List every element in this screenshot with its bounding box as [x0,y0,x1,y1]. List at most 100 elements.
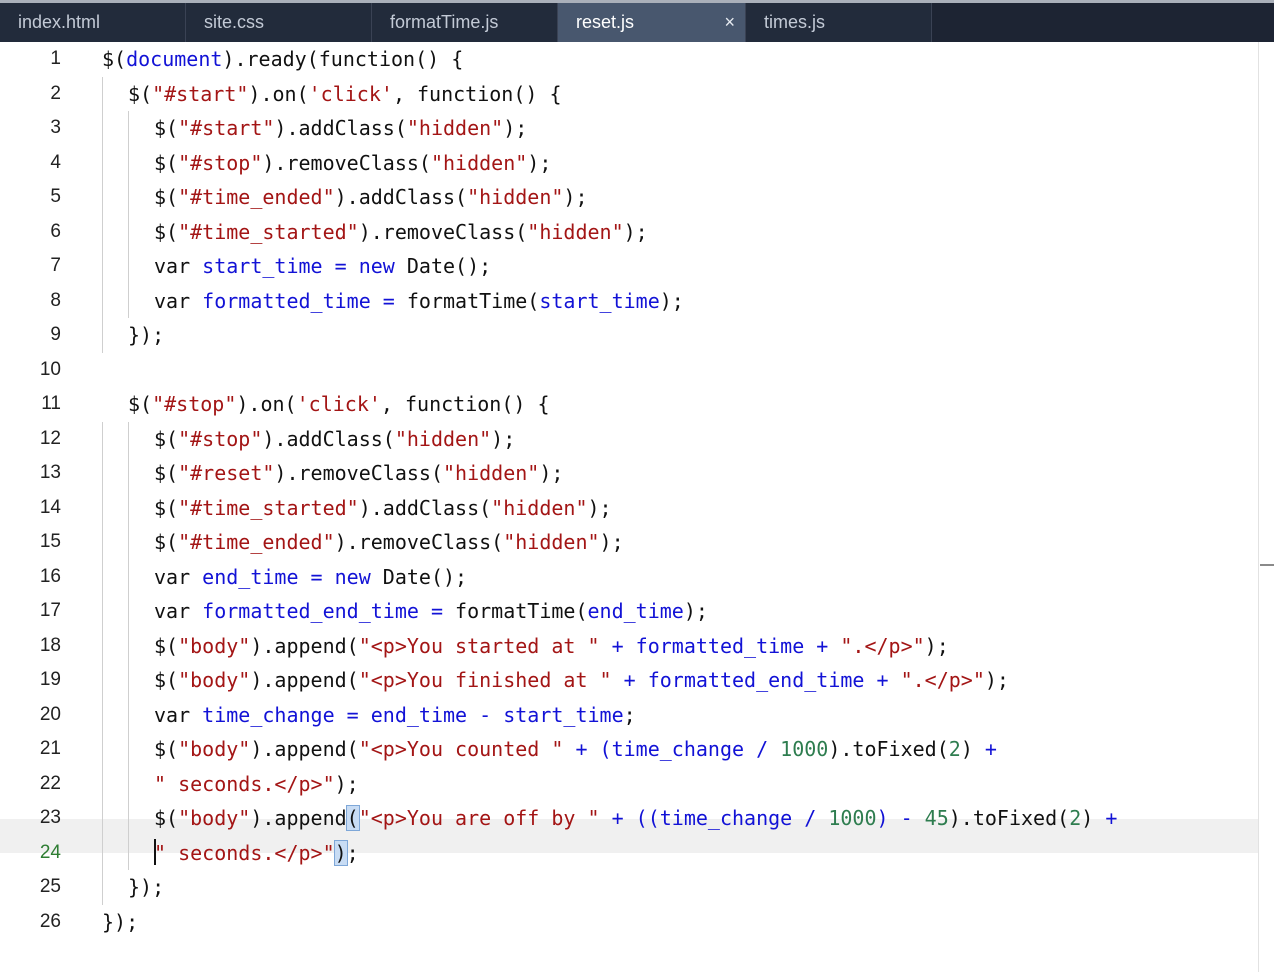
code-token: ; [346,840,359,865]
code-token: ).addClass( [334,185,468,209]
code-token: "#start" [178,116,275,140]
code-token: ).removeClass( [262,150,431,175]
code-line-14: $("#time_started").addClass("hidden"); [154,491,612,526]
code-token: ) [960,737,985,761]
line-number: 25 [39,876,61,897]
code-token: ).addClass( [358,495,492,520]
tab-reset-js[interactable]: reset.js × [558,3,746,42]
code-token: "body" [178,668,251,692]
code-line-16: var end_time = new Date(); [154,560,467,595]
code-token: - [467,702,504,727]
line-number: 8 [50,289,61,311]
code-token: 'click' [308,81,393,106]
code-line-15: $("#time_ended").removeClass("hidden"); [154,525,624,560]
code-token: (time_change / [599,737,781,761]
code-token: "hidden" [527,219,624,244]
code-token: $( [102,47,127,71]
code-token: ; [623,702,636,727]
code-token: + [984,737,997,761]
code-token: "hidden" [503,530,600,554]
code-line-17: var formatted_end_time = formatTime(end_… [154,594,708,629]
tab-times-js[interactable]: times.js [746,3,932,42]
code-line-19: $("body").append("<p>You finished at " +… [154,663,1009,698]
line-number: 26 [39,910,61,932]
code-token: new [334,564,371,589]
close-icon[interactable]: × [724,3,735,41]
line-number: 17 [39,600,61,621]
code-token: ).removeClass( [334,530,504,554]
line-number: 2 [50,82,61,104]
code-token: ".</p>" [900,668,985,692]
code-token: "#time_ended" [178,530,335,554]
line-number: 23 [39,807,61,828]
code-token: "<p>You counted " [358,737,564,761]
code-line-13: $("#reset").removeClass("hidden"); [154,456,563,491]
code-token: $( [128,392,153,416]
code-line-8: var formatted_time = formatTime(start_ti… [154,284,684,319]
indent-guide [102,421,103,905]
code-token: ) [1081,806,1106,830]
code-token: ); [683,599,708,623]
line-number: 6 [50,220,61,242]
code-token: = [298,564,335,589]
code-token: $( [154,116,179,140]
code-line-24: " seconds.</p>"); [154,836,359,871]
code-token: "hidden" [394,426,492,451]
code-token: formatTime( [406,288,540,313]
line-number: 12 [39,427,61,449]
code-line-23: $("body").append("<p>You are off by " + … [154,801,1117,836]
code-token: "#time_started" [178,495,359,520]
tab-formattime-js[interactable]: formatTime.js [372,3,558,42]
code-line-3: $("#start").addClass("hidden"); [154,111,527,146]
code-token: , function() { [380,392,550,416]
indent-guide [102,76,103,353]
code-token: formatted_end_time [647,668,865,692]
code-line-1: $(document).ready(function() { [102,42,463,77]
line-number: 1 [50,48,61,69]
code-token: }); [128,323,165,347]
code-token: "#stop" [178,150,263,175]
code-token: ); [924,633,949,658]
code-token: + [611,668,648,692]
code-token: " seconds.</p>" [154,771,335,796]
code-token: ).removeClass( [274,461,443,485]
code-line-4: $("#stop").removeClass("hidden"); [154,146,551,181]
code-token: ).on( [248,81,309,106]
code-token: $( [154,668,179,692]
code-token: ); [587,495,612,520]
vertical-scrollbar[interactable] [1258,42,1274,972]
code-token: 2 [1069,806,1082,830]
code-token: ); [623,219,648,244]
code-editor[interactable]: 1 2 3 4 5 6 7 8 9 10 11 12 13 14 15 16 1… [0,42,1258,972]
code-line-21: $("body").append("<p>You counted " + (ti… [154,732,997,767]
code-line-6: $("#time_started").removeClass("hidden")… [154,215,648,250]
line-number: 4 [50,151,61,173]
code-token: time_change [202,702,335,727]
code-token: var [154,288,203,313]
code-line-18: $("body").append("<p>You started at " + … [154,629,949,664]
line-number: 22 [39,772,61,794]
code-token: ).toFixed( [948,806,1070,830]
code-line-9: }); [128,318,164,353]
code-line-5: $("#time_ended").addClass("hidden"); [154,180,588,215]
line-number: 10 [39,358,61,380]
tab-label: formatTime.js [390,12,499,32]
code-token: ); [491,426,516,451]
code-token: ) - [876,806,925,830]
tab-label: reset.js [576,12,635,32]
code-token: "hidden" [443,461,540,485]
tab-site-css[interactable]: site.css [186,3,372,42]
code-token: 'click' [296,392,381,416]
code-token: + [1105,806,1118,830]
code-token: }); [102,909,139,934]
code-line-11: $("#stop").on('click', function() { [128,387,549,422]
code-line-25: }); [128,870,164,905]
code-token: $( [154,633,179,658]
code-token: Date(); [394,254,492,278]
code-token: ); [659,288,684,313]
code-token: $( [154,426,179,451]
line-number: 11 [41,393,61,414]
code-token: " seconds.</p>" [154,840,335,865]
tab-index-html[interactable]: index.html [0,3,186,42]
code-token: $( [154,806,179,830]
